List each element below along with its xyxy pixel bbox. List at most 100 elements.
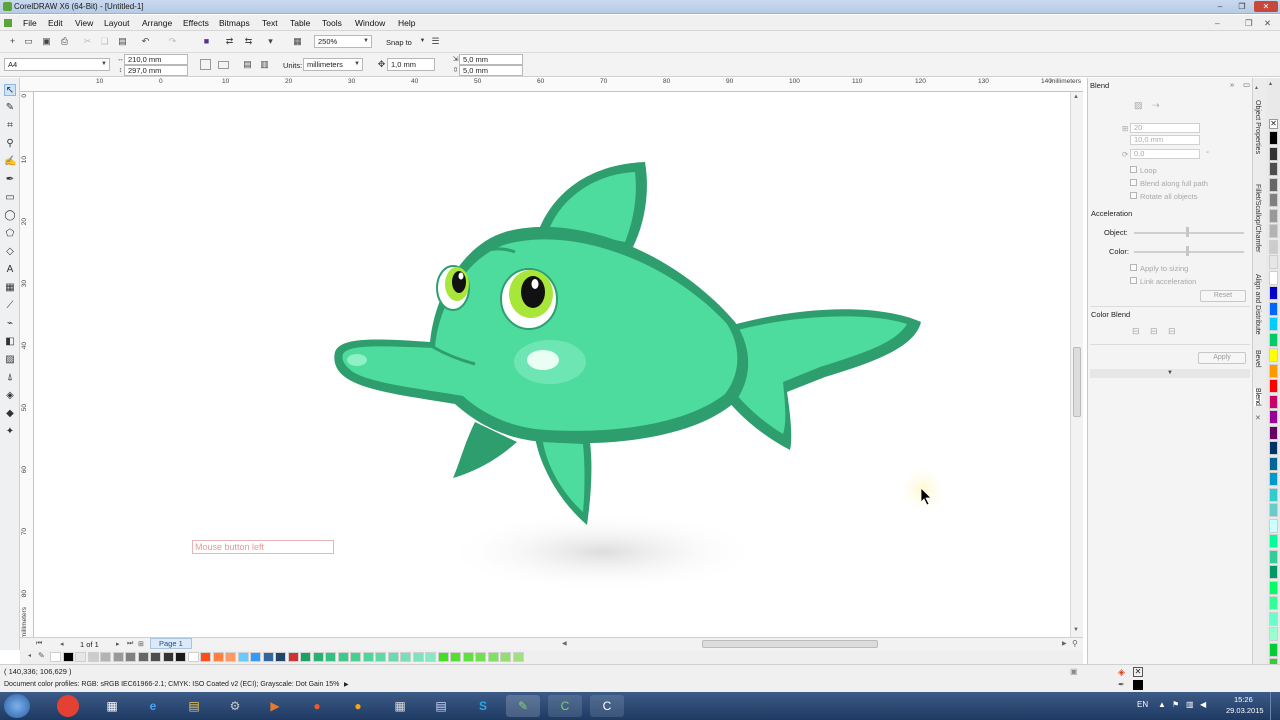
docker-collapse-icon[interactable]: »	[1230, 80, 1234, 89]
freehand-tool-icon[interactable]: ✍	[4, 156, 16, 168]
palette-swatch[interactable]	[1269, 332, 1278, 347]
volume-icon[interactable]: ◀	[1200, 700, 1206, 709]
palette-swatch[interactable]	[1269, 642, 1278, 657]
vertical-ruler[interactable]: 0102030405060708090 millimeters	[20, 92, 34, 659]
drawing-canvas[interactable]	[35, 92, 1070, 637]
doc-minimize-button[interactable]: –	[1215, 18, 1220, 28]
menu-arrange[interactable]: Arrange	[142, 18, 172, 28]
horizontal-scroll-thumb[interactable]	[702, 640, 878, 648]
page-size-select[interactable]: A4 ▼	[4, 58, 110, 71]
object-accel-thumb[interactable]	[1186, 227, 1189, 237]
save-icon[interactable]: ▣	[41, 36, 52, 47]
transparency-tool-icon[interactable]: ▨	[4, 354, 16, 366]
color-accel-thumb[interactable]	[1186, 246, 1189, 256]
add-page-icon[interactable]: ⊞	[138, 640, 144, 648]
current-page-icon[interactable]: ▥	[259, 59, 270, 70]
options-icon[interactable]: ☰	[430, 36, 441, 47]
print-icon[interactable]: ⎙	[59, 36, 70, 47]
palette-scroll-up-icon[interactable]: ▴	[1269, 80, 1272, 87]
scroll-left-icon[interactable]: ◀	[562, 640, 567, 647]
redo-icon[interactable]: ↷	[167, 36, 178, 47]
palette-swatch[interactable]	[1269, 627, 1278, 641]
palette-swatch[interactable]	[50, 652, 61, 662]
duplicate-y-field[interactable]: 5,0 mm	[459, 65, 523, 76]
rotate-all-checkbox[interactable]	[1130, 192, 1137, 199]
network-icon[interactable]: ▥	[1186, 700, 1194, 709]
palette-swatch[interactable]	[1269, 131, 1278, 145]
palette-swatch[interactable]	[1269, 534, 1278, 548]
palette-swatch[interactable]	[1269, 177, 1278, 192]
chevron-down-icon[interactable]: ▼	[417, 36, 428, 47]
loop-checkbox[interactable]	[1130, 166, 1137, 173]
all-pages-icon[interactable]: ▤	[242, 59, 253, 70]
palette-swatch[interactable]	[437, 652, 449, 662]
internet-explorer-icon[interactable]: e	[136, 695, 170, 717]
palette-swatch[interactable]	[150, 652, 161, 662]
tab-blend[interactable]: Blend	[1254, 388, 1261, 406]
clockwise-blend-icon[interactable]: ⊟	[1150, 326, 1158, 337]
blend-steps-icon[interactable]: ▨	[1134, 100, 1143, 111]
palette-swatch[interactable]	[250, 652, 261, 662]
palette-swatch[interactable]	[475, 652, 486, 662]
duplicate-x-field[interactable]: 5,0 mm	[459, 54, 523, 65]
palette-eyedropper-icon[interactable]: ✎	[38, 651, 45, 660]
import-icon[interactable]: ■	[201, 36, 212, 47]
palette-swatch[interactable]	[325, 652, 336, 662]
coreldraw-taskbar-icon[interactable]: ✎	[506, 695, 540, 717]
portrait-icon[interactable]	[200, 59, 211, 70]
connector-tool-icon[interactable]: ⌁	[4, 318, 16, 330]
coreldraw-taskbar-icon-2[interactable]: C	[548, 695, 582, 717]
palette-swatch[interactable]	[1269, 286, 1278, 300]
document-icon[interactable]	[4, 19, 12, 27]
palette-swatch[interactable]	[1269, 425, 1278, 440]
fill-tool-icon[interactable]: ◆	[4, 408, 16, 420]
direct-blend-icon[interactable]: ⊟	[1132, 326, 1140, 337]
welcome-screen-icon[interactable]: ▦	[292, 36, 303, 47]
basic-shapes-icon[interactable]: ◇	[4, 246, 16, 258]
palette-swatch[interactable]	[212, 652, 224, 662]
crop-tool-icon[interactable]: ⌗	[4, 120, 16, 132]
color-profile-info[interactable]: Document color profiles: RGB: sRGB IEC61…	[4, 681, 339, 688]
palette-swatch[interactable]	[300, 652, 311, 662]
palette-swatch[interactable]	[362, 652, 374, 662]
clock-time[interactable]: 15:26	[1234, 695, 1253, 704]
fill-indicator-icon[interactable]: ◈	[1118, 667, 1125, 678]
palette-swatch[interactable]	[450, 652, 461, 662]
next-page-icon[interactable]: ▸	[116, 640, 120, 648]
palette-swatch[interactable]	[387, 652, 399, 662]
palette-swatch[interactable]	[1269, 255, 1278, 269]
new-icon[interactable]: +	[7, 36, 18, 47]
document-app-icon[interactable]: ▤	[424, 695, 458, 717]
palette-swatch[interactable]	[1269, 379, 1278, 393]
palette-swatch[interactable]	[337, 652, 349, 662]
chrome-icon[interactable]	[57, 695, 79, 717]
palette-swatch[interactable]	[1269, 193, 1278, 207]
link-accel-checkbox[interactable]	[1130, 277, 1137, 284]
palette-swatch[interactable]	[1269, 394, 1278, 409]
outline-color-swatch[interactable]	[1133, 680, 1143, 690]
no-color-swatch[interactable]: ✕	[1269, 119, 1278, 129]
palette-swatch[interactable]	[1269, 301, 1278, 316]
text-tool-icon[interactable]: A	[4, 264, 16, 276]
palette-swatch[interactable]	[1269, 456, 1278, 471]
palette-swatch[interactable]	[187, 652, 199, 662]
maximize-button[interactable]: ❐	[1232, 1, 1252, 12]
copy-icon[interactable]: ❏	[99, 36, 110, 47]
palette-swatch[interactable]	[1269, 472, 1278, 486]
menu-help[interactable]: Help	[398, 18, 415, 28]
palette-swatch[interactable]	[100, 652, 111, 662]
docker-minimize-icon[interactable]: ▭	[1243, 80, 1250, 89]
nudge-distance-field[interactable]: 1,0 mm	[387, 58, 435, 71]
tab-object-properties[interactable]: Object Properties	[1254, 100, 1261, 154]
palette-swatch[interactable]	[375, 652, 386, 662]
application-launcher-icon[interactable]: ▾	[265, 36, 276, 47]
profile-arrow-icon[interactable]: ▶	[344, 681, 349, 688]
palette-swatch[interactable]	[137, 652, 149, 662]
clock-date[interactable]: 29.03.2015	[1226, 706, 1264, 715]
ellipse-tool-icon[interactable]: ◯	[4, 210, 16, 222]
outline-pen-icon[interactable]: ✒	[1118, 680, 1125, 689]
capture-app-icon[interactable]: C	[590, 695, 624, 717]
tab-align-distribute[interactable]: Align and Distribute	[1254, 274, 1261, 335]
open-icon[interactable]: ▭	[23, 36, 34, 47]
blend-angle-field[interactable]: 0,0	[1130, 149, 1200, 159]
